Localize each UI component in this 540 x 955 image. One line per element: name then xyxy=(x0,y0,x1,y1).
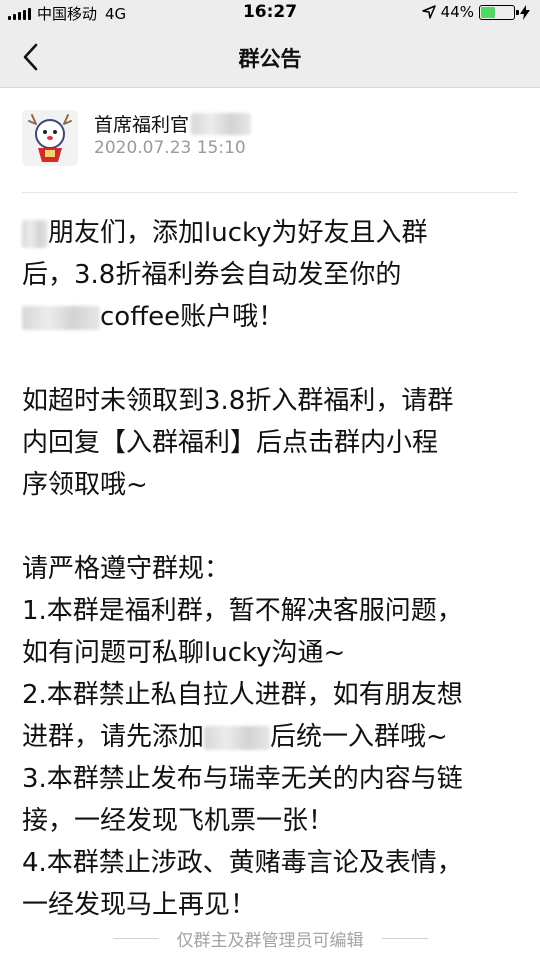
rule-line: 如有问题可私聊lucky沟通~ xyxy=(22,638,346,668)
rule-line: 进群，请先添加 后统一入群哦~ xyxy=(22,722,448,752)
battery-cap xyxy=(516,9,519,15)
rule-line: 接，一经发现飞机票一张！ xyxy=(22,806,335,836)
content-line: 如超时未领取到3.8折入群福利，请群 xyxy=(22,386,454,416)
author-name-text: 首席福利官 xyxy=(94,114,190,136)
battery-level-fill xyxy=(481,6,496,18)
header-divider xyxy=(22,192,518,193)
footer-divider-left xyxy=(112,937,159,939)
rule-line: 一经发现马上再见！ xyxy=(22,890,257,920)
content-line: 朋友们，添加lucky为好友且入群 xyxy=(22,212,522,254)
content-line: 内回复【入群福利】后点击群内小程 xyxy=(22,428,439,458)
rules-heading: 请严格遵守群规： xyxy=(22,554,231,584)
edit-permission-note: 仅群主及群管理员可编辑 xyxy=(0,926,540,951)
redacted-text xyxy=(191,112,252,135)
footer-divider-right xyxy=(381,937,428,939)
navigation-bar: 群公告 xyxy=(0,26,540,88)
status-bar: 中国移动 4G 16:27 44% xyxy=(0,0,540,26)
content-line: 序领取哦~ xyxy=(22,470,148,500)
redacted-text xyxy=(22,305,100,330)
footer-text: 仅群主及群管理员可编辑 xyxy=(176,930,364,951)
rule-line: 2.本群禁止私自拉人进群，如有朋友想 xyxy=(22,680,463,710)
charging-bolt-icon xyxy=(520,4,530,20)
content-line: coffee账户哦！ xyxy=(22,296,522,338)
battery-icon xyxy=(479,4,519,20)
page-title: 群公告 xyxy=(238,47,302,71)
redacted-text xyxy=(22,219,48,248)
location-arrow-icon xyxy=(421,5,436,19)
post-timestamp: 2020.07.23 15:10 xyxy=(94,138,246,158)
avatar[interactable] xyxy=(22,110,78,166)
rule-line: 3.本群禁止发布与瑞幸无关的内容与链 xyxy=(22,764,463,794)
redacted-text xyxy=(204,725,271,750)
author-name: 首席福利官 xyxy=(94,110,252,137)
deer-mascot-icon xyxy=(22,110,78,166)
rule-line: 4.本群禁止涉政、黄赌毒言论及表情， xyxy=(22,848,463,878)
status-bar-right: 44% xyxy=(421,3,530,21)
announcement-author: 首席福利官 2020.07.23 15:10 xyxy=(22,106,522,174)
announcement-body: 朋友们，添加lucky为好友且入群 后，3.8折福利券会自动发至你的 coffe… xyxy=(22,212,522,926)
content-line: 后，3.8折福利券会自动发至你的 xyxy=(22,260,402,290)
battery-percent: 44% xyxy=(440,3,474,21)
rule-line: 1.本群是福利群，暂不解决客服问题， xyxy=(22,596,463,626)
